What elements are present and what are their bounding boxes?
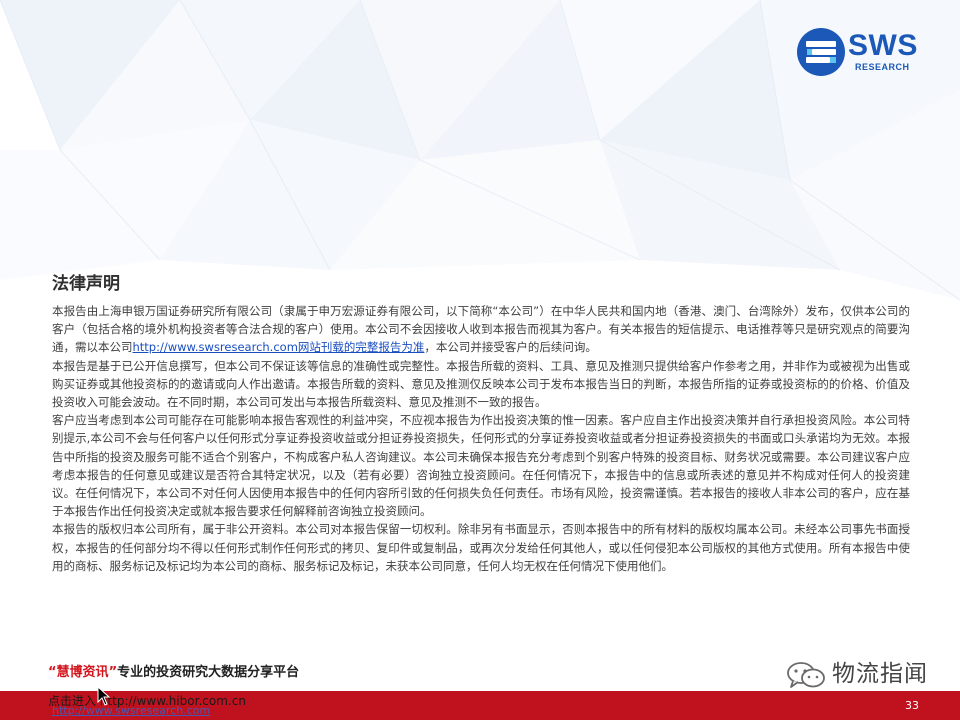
promo-open-quote: “ xyxy=(48,665,57,680)
footer-hibor-link[interactable]: 点击进入 http://www.hibor.com.cn xyxy=(48,693,246,709)
page-number: 33 xyxy=(905,699,919,712)
sws-logo-mark-icon xyxy=(797,28,845,76)
wechat-account-watermark: 物流指闻 xyxy=(786,656,956,692)
sws-research-logo: SWS RESEARCH xyxy=(796,24,940,80)
logo-subtext: RESEARCH xyxy=(855,62,910,72)
website-link[interactable]: http://www.swsresearch.com网站刊载的完整报告为准 xyxy=(133,340,425,354)
promo-line: “慧博资讯”专业的投资研究大数据分享平台 xyxy=(48,664,299,682)
wechat-icon xyxy=(787,662,825,688)
paragraph-copyright: 本报告的版权归本公司所有，属于非公开资料。本公司对本报告保留一切权利。除非另有书… xyxy=(52,522,910,573)
logo-wordmark: SWS xyxy=(848,29,918,62)
page-title: 法律声明 xyxy=(52,274,120,294)
promo-tagline: 专业的投资研究大数据分享平台 xyxy=(117,665,300,680)
paragraph-distribution: 本报告由上海申银万国证券研究所有限公司（隶属于申万宏源证券有限公司，以下简称“本… xyxy=(52,302,910,357)
promo-close-quote: ” xyxy=(108,665,118,680)
paragraph-text: ，本公司并接受客户的后续问询。 xyxy=(424,340,597,355)
mouse-pointer-icon xyxy=(97,686,111,706)
legal-statement-body: 本报告由上海申银万国证券研究所有限公司（隶属于申万宏源证券有限公司，以下简称“本… xyxy=(52,302,910,575)
paragraph-risk: 客户应当考虑到本公司可能存在可能影响本报告客观性的利益冲突，不应视本报告为作出投… xyxy=(52,413,910,519)
wechat-account-name: 物流指闻 xyxy=(832,661,928,687)
paragraph-information: 本报告是基于已公开信息撰写，但本公司不保证该等信息的准确性或完整性。本报告所载的… xyxy=(52,358,910,410)
promo-brand-name: 慧博资讯 xyxy=(56,665,109,680)
